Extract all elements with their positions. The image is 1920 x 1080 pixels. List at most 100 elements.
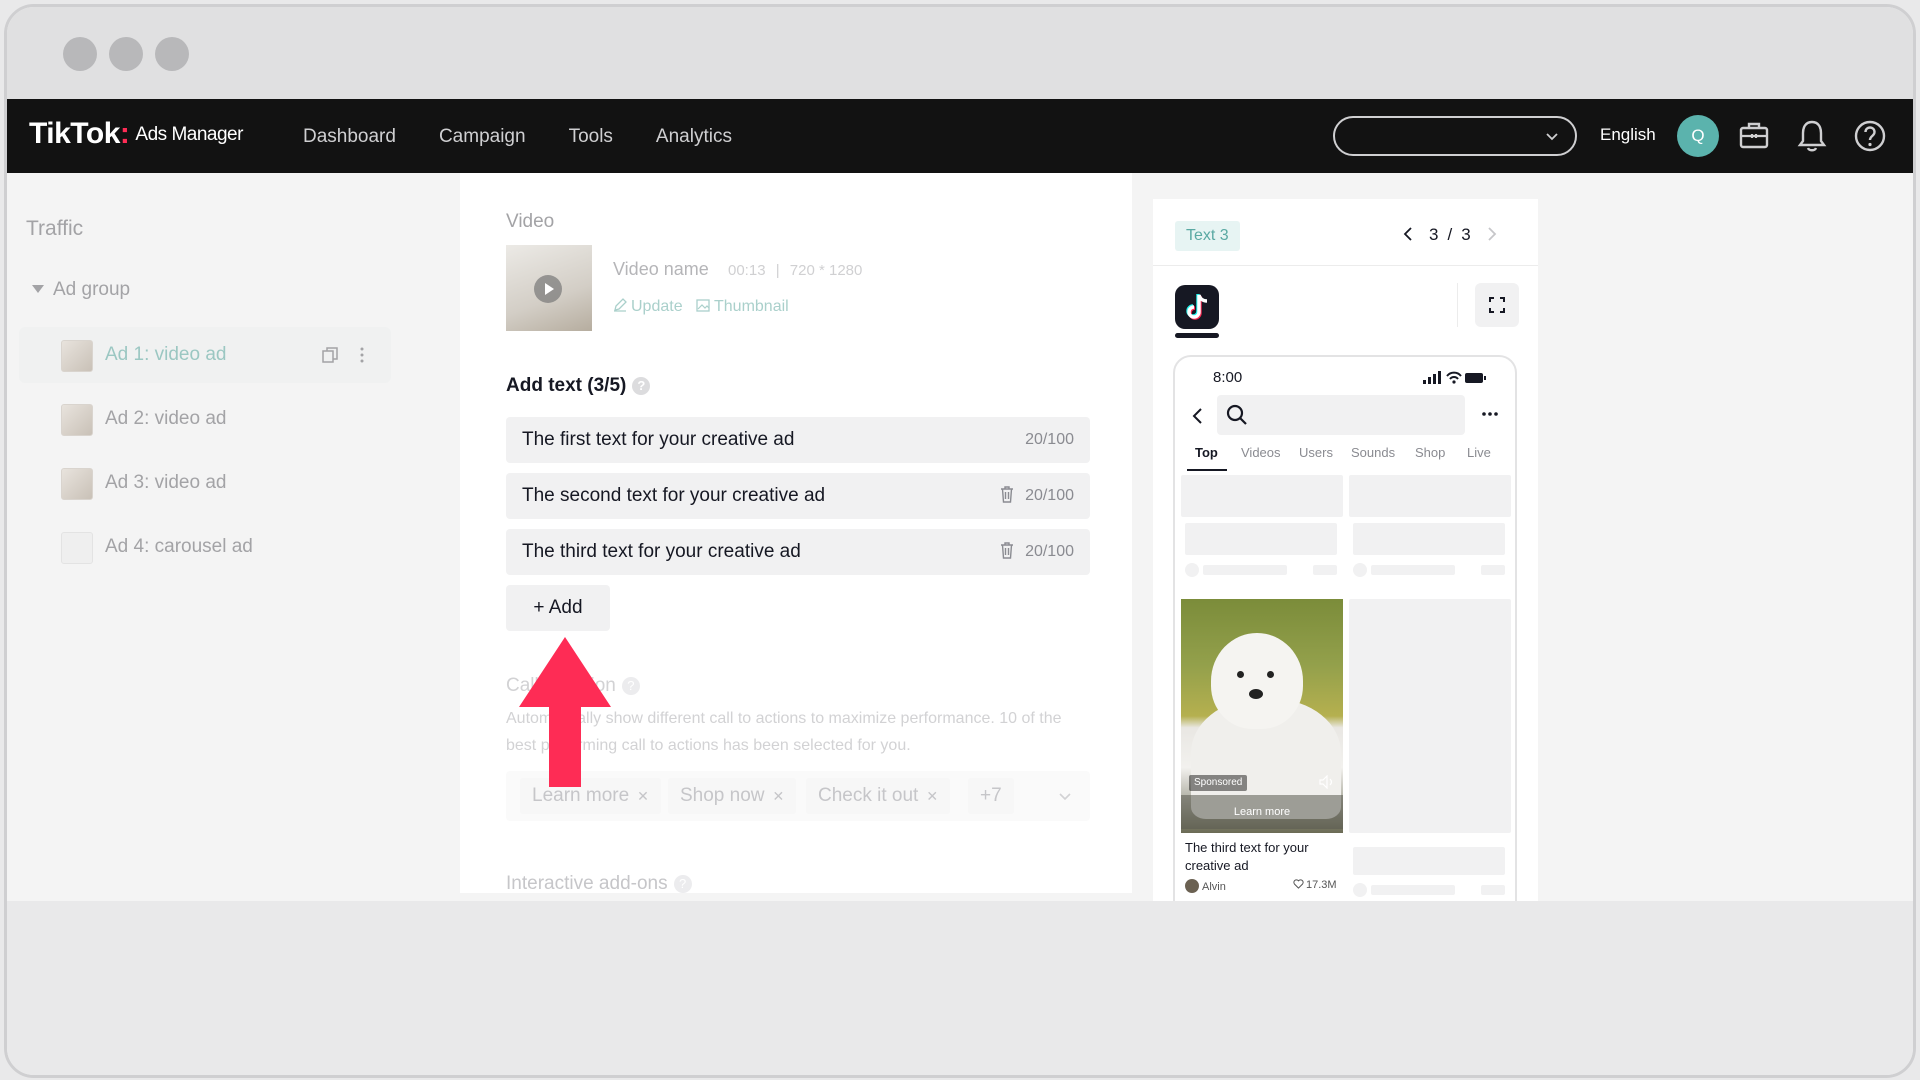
- tab-top[interactable]: Top: [1195, 445, 1218, 460]
- chevron-down-icon[interactable]: [1058, 792, 1072, 802]
- back-arrow-icon[interactable]: [1191, 407, 1203, 425]
- placeholder-card: [1349, 475, 1511, 517]
- window-close-dot[interactable]: [63, 37, 97, 71]
- window-titlebar: [7, 7, 1913, 99]
- placeholder-line: [1481, 885, 1505, 895]
- tab-users[interactable]: Users: [1299, 445, 1333, 460]
- video-meta: 00:13 | 720 * 1280: [728, 262, 862, 279]
- add-text-title-label: Add text (3/5): [506, 375, 627, 396]
- thumbnail-label: Thumbnail: [714, 298, 789, 315]
- chevron-right-icon[interactable]: [1487, 227, 1497, 241]
- ad-thumbnail: [61, 532, 93, 564]
- app-window: TikTok: Ads Manager Dashboard Campaign To…: [4, 4, 1916, 1078]
- sidebar-item-ad-1[interactable]: Ad 1: video ad: [19, 327, 391, 383]
- logo-colon: :: [119, 117, 130, 150]
- placeholder-card: [1185, 523, 1337, 555]
- nav-tools[interactable]: Tools: [569, 126, 613, 148]
- question-icon[interactable]: ?: [621, 677, 640, 695]
- text-input-value: The first text for your creative ad: [522, 429, 795, 450]
- update-label: Update: [631, 298, 683, 315]
- logo-subtitle: Ads Manager: [135, 124, 243, 145]
- learn-more-cta[interactable]: Learn more: [1181, 795, 1343, 829]
- chip-label: Learn more: [532, 785, 630, 806]
- main-nav: Dashboard Campaign Tools Analytics: [303, 126, 775, 148]
- preview-text-tag: Text 3: [1175, 221, 1240, 251]
- meta-separator: |: [775, 262, 780, 279]
- cta-more-chip[interactable]: +7: [968, 778, 1014, 814]
- more-options-icon[interactable]: [359, 346, 365, 364]
- help-icon[interactable]: [1851, 117, 1889, 155]
- sidebar-item-ad-3[interactable]: Ad 3: video ad: [19, 455, 391, 511]
- phone-search-bar[interactable]: [1217, 395, 1465, 435]
- chevron-left-icon[interactable]: [1403, 227, 1413, 241]
- add-text-button[interactable]: + Add: [506, 585, 610, 631]
- placeholder-avatar: [1353, 563, 1367, 577]
- chip-label: Shop now: [680, 785, 765, 806]
- bell-icon[interactable]: [1793, 117, 1831, 155]
- ad-video-preview[interactable]: Sponsored Learn more: [1181, 599, 1343, 833]
- page-separator: /: [1447, 225, 1453, 244]
- play-icon[interactable]: [534, 275, 562, 303]
- window-zoom-dot[interactable]: [155, 37, 189, 71]
- fullscreen-button[interactable]: [1475, 283, 1519, 327]
- campaign-objective-title: Traffic: [26, 217, 84, 240]
- top-navigation-bar: TikTok: Ads Manager Dashboard Campaign To…: [7, 99, 1913, 173]
- placeholder-video: [1349, 599, 1511, 833]
- preview-pager: 3 / 3: [1403, 225, 1497, 245]
- chip-label: Check it out: [818, 785, 919, 806]
- sidebar-item-label: Ad 2: video ad: [105, 408, 227, 429]
- add-text-title: Add text (3/5)?: [506, 375, 651, 397]
- tiktok-app-icon[interactable]: [1175, 285, 1219, 329]
- placeholder-line: [1371, 565, 1455, 575]
- language-selector[interactable]: English: [1600, 125, 1656, 145]
- tab-videos[interactable]: Videos: [1241, 445, 1281, 460]
- sidebar-item-ad-2[interactable]: Ad 2: video ad: [19, 391, 391, 447]
- dog-nose: [1249, 689, 1263, 699]
- question-icon[interactable]: ?: [632, 377, 651, 395]
- close-icon[interactable]: ✕: [773, 788, 785, 804]
- tiktok-ads-manager-logo[interactable]: TikTok: Ads Manager: [29, 117, 243, 151]
- tab-live[interactable]: Live: [1467, 445, 1491, 460]
- trash-icon[interactable]: [1000, 542, 1014, 559]
- close-icon[interactable]: ✕: [637, 788, 649, 804]
- placeholder-card: [1353, 847, 1505, 875]
- briefcase-icon[interactable]: [1735, 117, 1773, 155]
- nav-dashboard[interactable]: Dashboard: [303, 126, 396, 148]
- text-input-3[interactable]: The third text for your creative ad 20/1…: [506, 529, 1090, 575]
- author-name: Alvin: [1202, 881, 1226, 893]
- close-icon[interactable]: ✕: [926, 788, 938, 804]
- placeholder-line: [1481, 565, 1505, 575]
- placeholder-card: [1181, 475, 1343, 517]
- text-input-2[interactable]: The second text for your creative ad 20/…: [506, 473, 1090, 519]
- phone-preview: 8:00 Top Videos Users Sounds Shop Live S…: [1173, 355, 1517, 915]
- cta-chip-check-it-out[interactable]: Check it out ✕: [806, 778, 951, 814]
- thumbnail-link[interactable]: Thumbnail: [696, 298, 789, 316]
- window-minimize-dot[interactable]: [109, 37, 143, 71]
- ad-thumbnail: [61, 468, 93, 500]
- tab-shop[interactable]: Shop: [1415, 445, 1445, 460]
- duplicate-icon[interactable]: [321, 346, 339, 364]
- sidebar-item-ad-4[interactable]: Ad 4: carousel ad: [19, 519, 391, 575]
- nav-campaign[interactable]: Campaign: [439, 126, 526, 148]
- account-select[interactable]: [1333, 116, 1577, 156]
- chevron-down-icon: [1546, 133, 1558, 141]
- user-avatar[interactable]: Q: [1677, 115, 1719, 157]
- video-thumbnail[interactable]: [506, 245, 592, 331]
- volume-icon[interactable]: [1319, 775, 1335, 789]
- video-section-label: Video: [506, 211, 555, 232]
- red-arrow-annotation-icon: [519, 637, 611, 787]
- page-current: 3: [1429, 225, 1439, 244]
- placeholder-avatar: [1185, 563, 1199, 577]
- tab-sounds[interactable]: Sounds: [1351, 445, 1395, 460]
- sidebar-item-label: Ad 3: video ad: [105, 472, 227, 493]
- trash-icon[interactable]: [1000, 486, 1014, 503]
- text-input-value: The second text for your creative ad: [522, 485, 826, 506]
- nav-analytics[interactable]: Analytics: [656, 126, 732, 148]
- status-icons: [1423, 371, 1486, 384]
- more-horizontal-icon[interactable]: [1481, 411, 1499, 417]
- ad-group-toggle[interactable]: Ad group: [31, 279, 130, 301]
- question-icon[interactable]: ?: [673, 875, 692, 893]
- update-video-link[interactable]: Update: [613, 298, 683, 316]
- text-input-1[interactable]: The first text for your creative ad 20/1…: [506, 417, 1090, 463]
- cta-chip-shop-now[interactable]: Shop now ✕: [668, 778, 797, 814]
